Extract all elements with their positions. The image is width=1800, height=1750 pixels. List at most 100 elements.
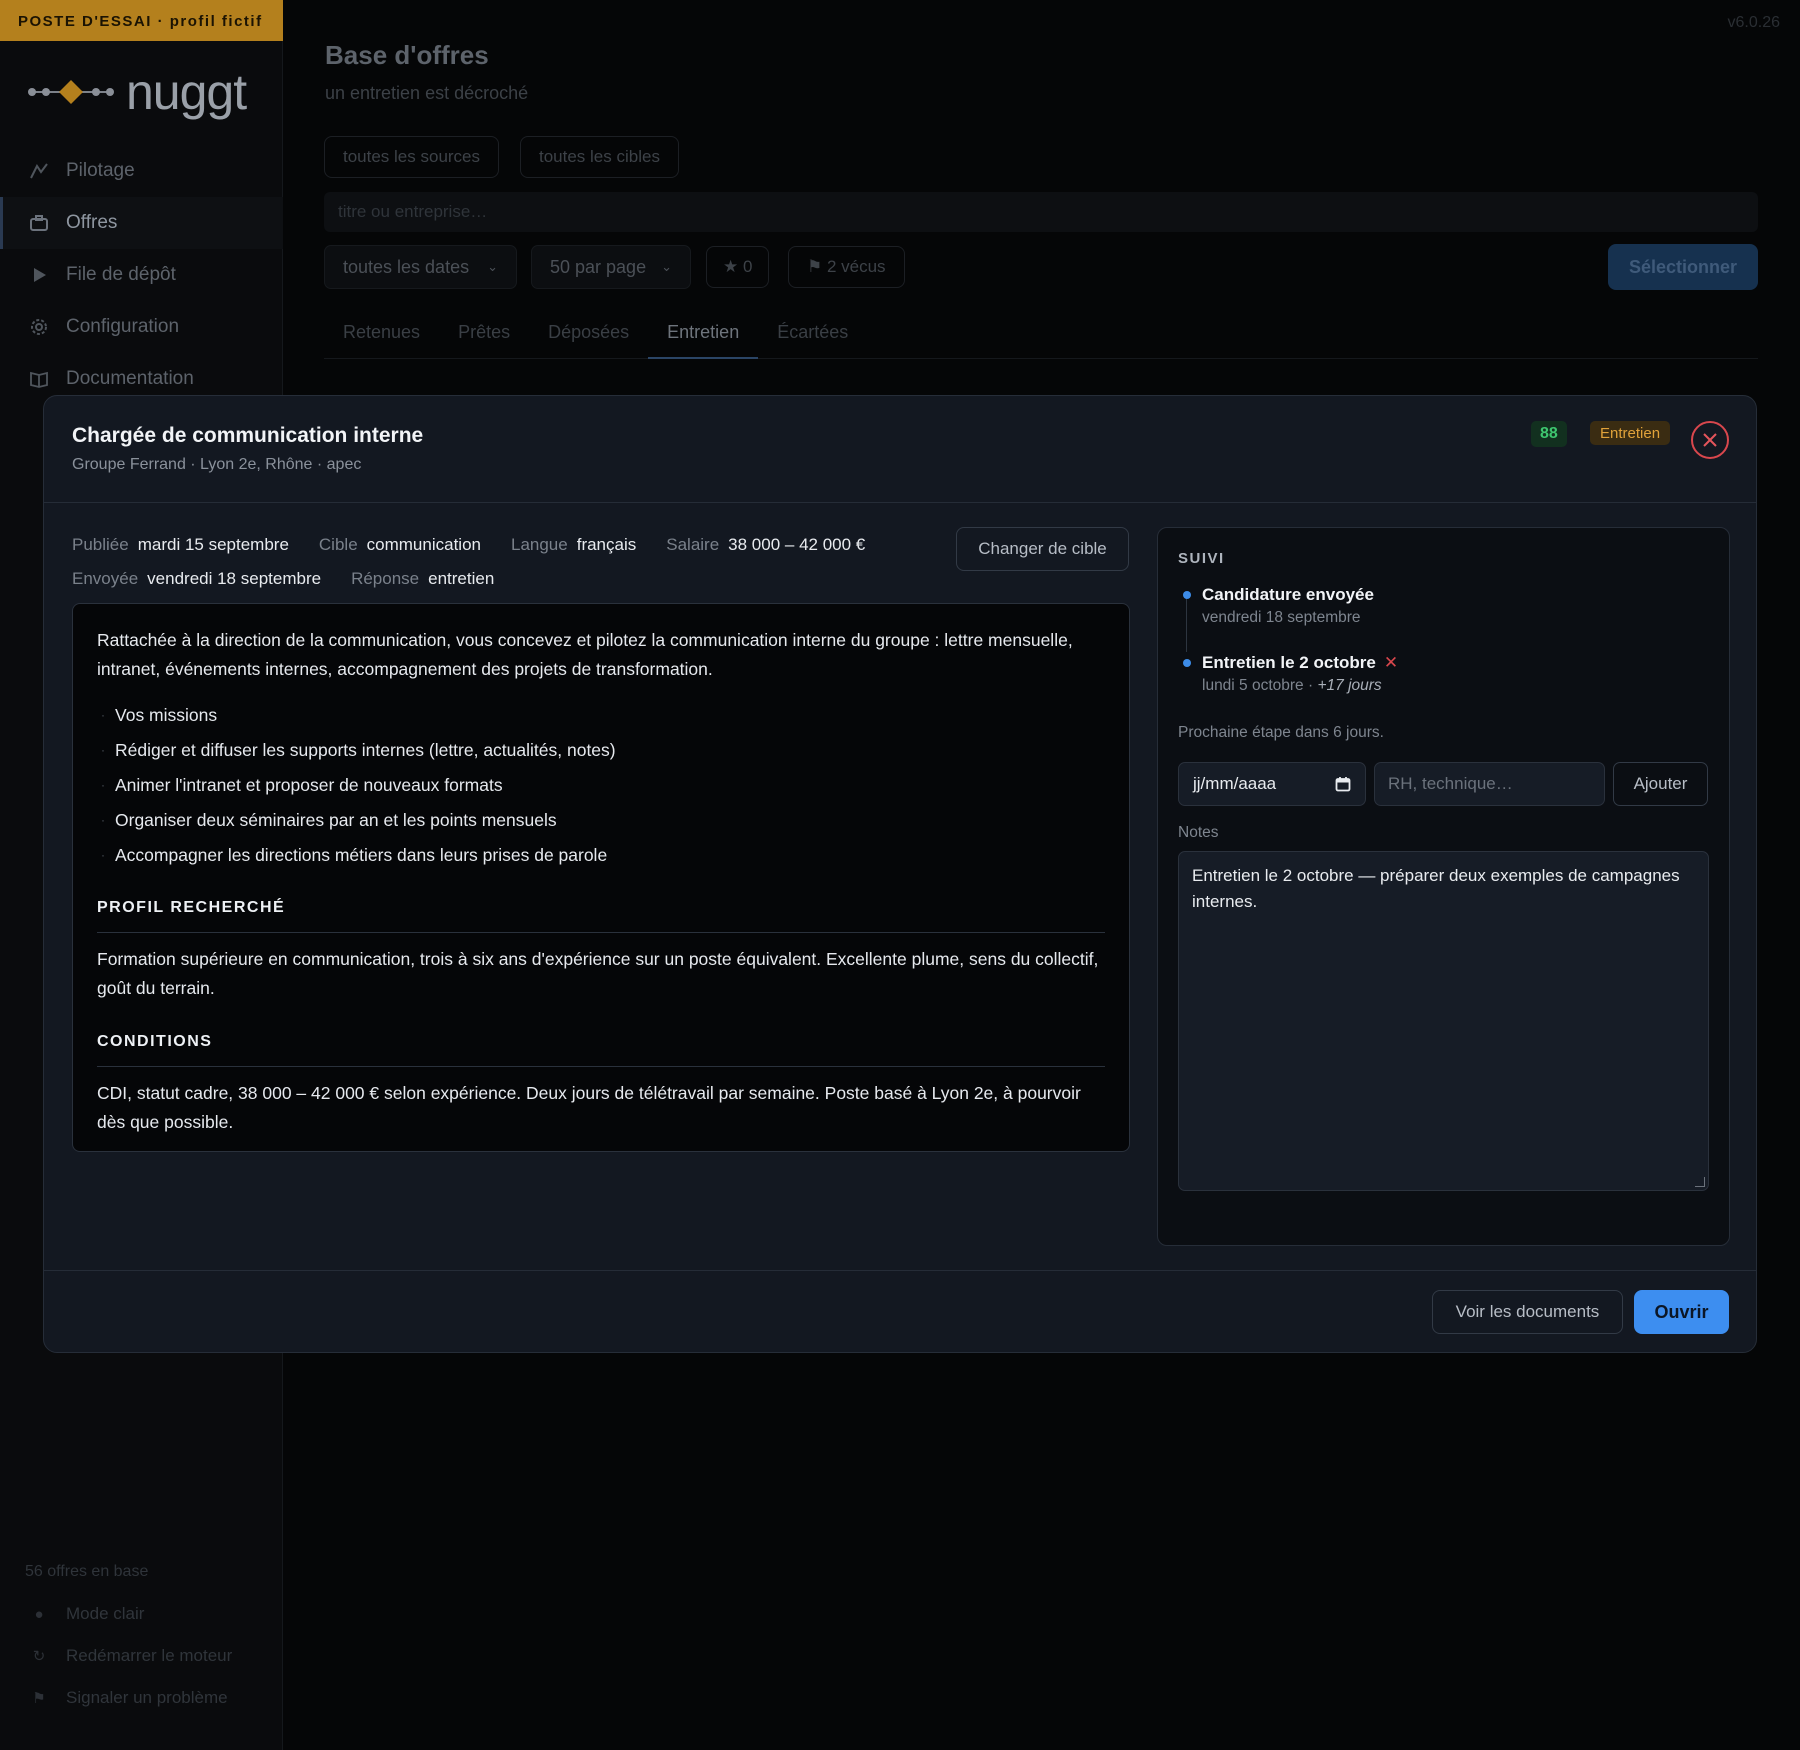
chevron-down-icon: ⌄ xyxy=(487,259,498,274)
event-date: vendredi 18 septembre xyxy=(1202,609,1361,626)
tab-deposees[interactable]: Déposées xyxy=(529,312,648,359)
event-date-input[interactable]: jj/mm/aaaa xyxy=(1178,762,1366,806)
sun-icon: ● xyxy=(34,1605,44,1623)
bullet-icon: · xyxy=(101,778,105,792)
timeline-event: Entretien le 2 octobre ✕ lundi 5 octobre … xyxy=(1178,652,1698,720)
sent-label: Envoyée xyxy=(72,569,139,588)
dates-select[interactable]: toutes les dates ⌄ xyxy=(324,245,517,289)
modal-header: Chargée de communication interne Groupe … xyxy=(44,396,1756,503)
add-event-button[interactable]: Ajouter xyxy=(1613,762,1708,806)
app-window: POSTE D'ESSAI · profil fictif nuggt Pilo… xyxy=(0,0,1800,1750)
open-button[interactable]: Ouvrir xyxy=(1634,1290,1729,1334)
language-label: Langue xyxy=(510,535,568,554)
event-delay: +17 jours xyxy=(1317,677,1382,694)
timeline-dot-icon xyxy=(1183,659,1191,667)
search-input[interactable]: titre ou entreprise… xyxy=(324,192,1758,232)
date-placeholder: jj/mm/aaaa xyxy=(1193,774,1277,793)
per-page-select[interactable]: 50 par page ⌄ xyxy=(531,245,691,289)
restart-icon: ↻ xyxy=(32,1648,46,1665)
logo-mark-icon xyxy=(28,80,114,104)
select-button[interactable]: Sélectionner xyxy=(1608,244,1758,290)
offer-subtitle: Groupe Ferrand · Lyon 2e, Rhône · apec xyxy=(72,456,362,473)
offer-description: Rattachée à la direction de la communica… xyxy=(72,603,1130,1152)
brand-name: nuggt xyxy=(126,64,247,120)
timeline: Candidature envoyée vendredi 18 septembr… xyxy=(1178,584,1698,720)
restart-engine-button[interactable]: ↻ Redémarrer le moteur xyxy=(0,1635,283,1677)
salary-value: 38 000 – 42 000 € xyxy=(728,535,866,554)
footer-item-label: Redémarrer le moteur xyxy=(66,1646,233,1665)
chevron-down-icon: ⌄ xyxy=(661,259,672,274)
sidebar-nav: Pilotage Offres File de dépôt Configurat… xyxy=(0,145,283,405)
tracking-panel: SUIVI Candidature envoyée vendredi 18 se… xyxy=(1157,527,1730,1246)
per-page-select-value: 50 par page xyxy=(550,256,647,277)
gear-icon xyxy=(28,316,50,338)
tab-entretien[interactable]: Entretien xyxy=(648,312,759,359)
tab-retenues[interactable]: Retenues xyxy=(324,312,439,359)
timeline-event: Candidature envoyée vendredi 18 septembr… xyxy=(1178,584,1698,652)
notes-label: Notes xyxy=(1178,824,1219,841)
bullet-icon: · xyxy=(101,813,105,827)
page-title: Base d'offres xyxy=(325,40,489,70)
list-item-text: Vos missions xyxy=(115,705,218,725)
play-icon xyxy=(28,264,50,286)
tab-pretes[interactable]: Prêtes xyxy=(439,312,529,359)
sidebar-item-label: Offres xyxy=(66,212,118,233)
light-mode-toggle[interactable]: ● Mode clair xyxy=(0,1593,283,1635)
book-icon xyxy=(28,368,50,390)
tracking-title: SUIVI xyxy=(1178,550,1225,567)
footer-item-label: Signaler un problème xyxy=(66,1688,228,1707)
event-title: Candidature envoyée xyxy=(1202,585,1374,604)
event-type-input[interactable]: RH, technique… xyxy=(1374,762,1605,806)
sidebar-footer: ● Mode clair ↻ Redémarrer le moteur ⚑ Si… xyxy=(0,1593,283,1719)
list-item: · Animer l'intranet et proposer de nouvea… xyxy=(97,768,1105,803)
bullet-icon: · xyxy=(101,708,105,722)
missions-list: · Vos missions · Rédiger et diffuser les s… xyxy=(97,698,1105,873)
description-intro: Rattachée à la direction de la communica… xyxy=(97,630,1073,679)
offer-title: Chargée de communication interne xyxy=(72,424,424,447)
page-subtitle: un entretien est décroché xyxy=(325,83,529,103)
briefcase-icon xyxy=(28,212,50,234)
environment-banner: POSTE D'ESSAI · profil fictif xyxy=(0,0,283,41)
status-tabs: Retenues Prêtes Déposées Entretien Écart… xyxy=(324,312,1758,359)
modal-footer: Voir les documents Ouvrir xyxy=(44,1270,1756,1352)
sidebar-item-pilotage[interactable]: Pilotage xyxy=(0,145,283,197)
targets-filter[interactable]: toutes les cibles xyxy=(520,136,679,178)
event-title: Entretien le 2 octobre xyxy=(1202,653,1376,672)
published-label: Publiée xyxy=(72,535,129,554)
seen-filter[interactable]: ⚑ 2 vécus xyxy=(788,246,905,288)
sidebar-item-offres[interactable]: Offres xyxy=(0,197,283,249)
stars-filter[interactable]: ★ 0 xyxy=(706,246,770,288)
bullet-icon: · xyxy=(101,743,105,757)
sources-filter[interactable]: toutes les sources xyxy=(324,136,500,178)
calendar-icon[interactable] xyxy=(1335,776,1351,792)
report-problem-button[interactable]: ⚑ Signaler un problème xyxy=(0,1677,283,1719)
sent-value: vendredi 18 septembre xyxy=(147,569,322,588)
conditions-section: CONDITIONS CDI, statut cadre, 38 000 – 4… xyxy=(97,1027,1105,1137)
timeline-dot-icon xyxy=(1183,591,1191,599)
sidebar-item-label: Configuration xyxy=(66,316,180,337)
notes-textarea[interactable]: Entretien le 2 octobre — préparer deux e… xyxy=(1178,851,1709,1191)
delete-event-icon[interactable]: ✕ xyxy=(1384,653,1398,672)
sidebar-item-file-de-depot[interactable]: File de dépôt xyxy=(0,249,283,301)
brand-logo[interactable]: nuggt xyxy=(28,62,247,122)
view-documents-button[interactable]: Voir les documents xyxy=(1432,1290,1623,1334)
sidebar-item-configuration[interactable]: Configuration xyxy=(0,301,283,353)
list-item: · Organiser deux séminaires par an et les… xyxy=(97,803,1105,838)
resize-handle-icon[interactable] xyxy=(1695,1177,1705,1187)
footer-item-label: Mode clair xyxy=(66,1604,145,1623)
close-icon xyxy=(1703,433,1717,447)
response-label: Réponse xyxy=(351,569,420,588)
conditions-heading: CONDITIONS xyxy=(97,1027,1105,1067)
version-label: v6.0.26 xyxy=(1727,14,1780,31)
next-step-text: Prochaine étape dans 6 jours. xyxy=(1178,724,1384,741)
change-target-button[interactable]: Changer de cible xyxy=(956,527,1129,571)
offer-count: 56 offres en base xyxy=(25,1563,149,1580)
tab-ecartees[interactable]: Écartées xyxy=(758,312,867,359)
stage-badge: Entretien xyxy=(1590,421,1671,445)
salary-label: Salaire xyxy=(666,535,720,554)
close-button[interactable] xyxy=(1691,421,1729,459)
published-value: mardi 15 septembre xyxy=(137,535,289,554)
profile-heading: PROFIL RECHERCHÉ xyxy=(97,893,1105,933)
profile-text: Formation supérieure en communication, t… xyxy=(97,949,1099,998)
sidebar-item-label: Pilotage xyxy=(66,160,135,181)
